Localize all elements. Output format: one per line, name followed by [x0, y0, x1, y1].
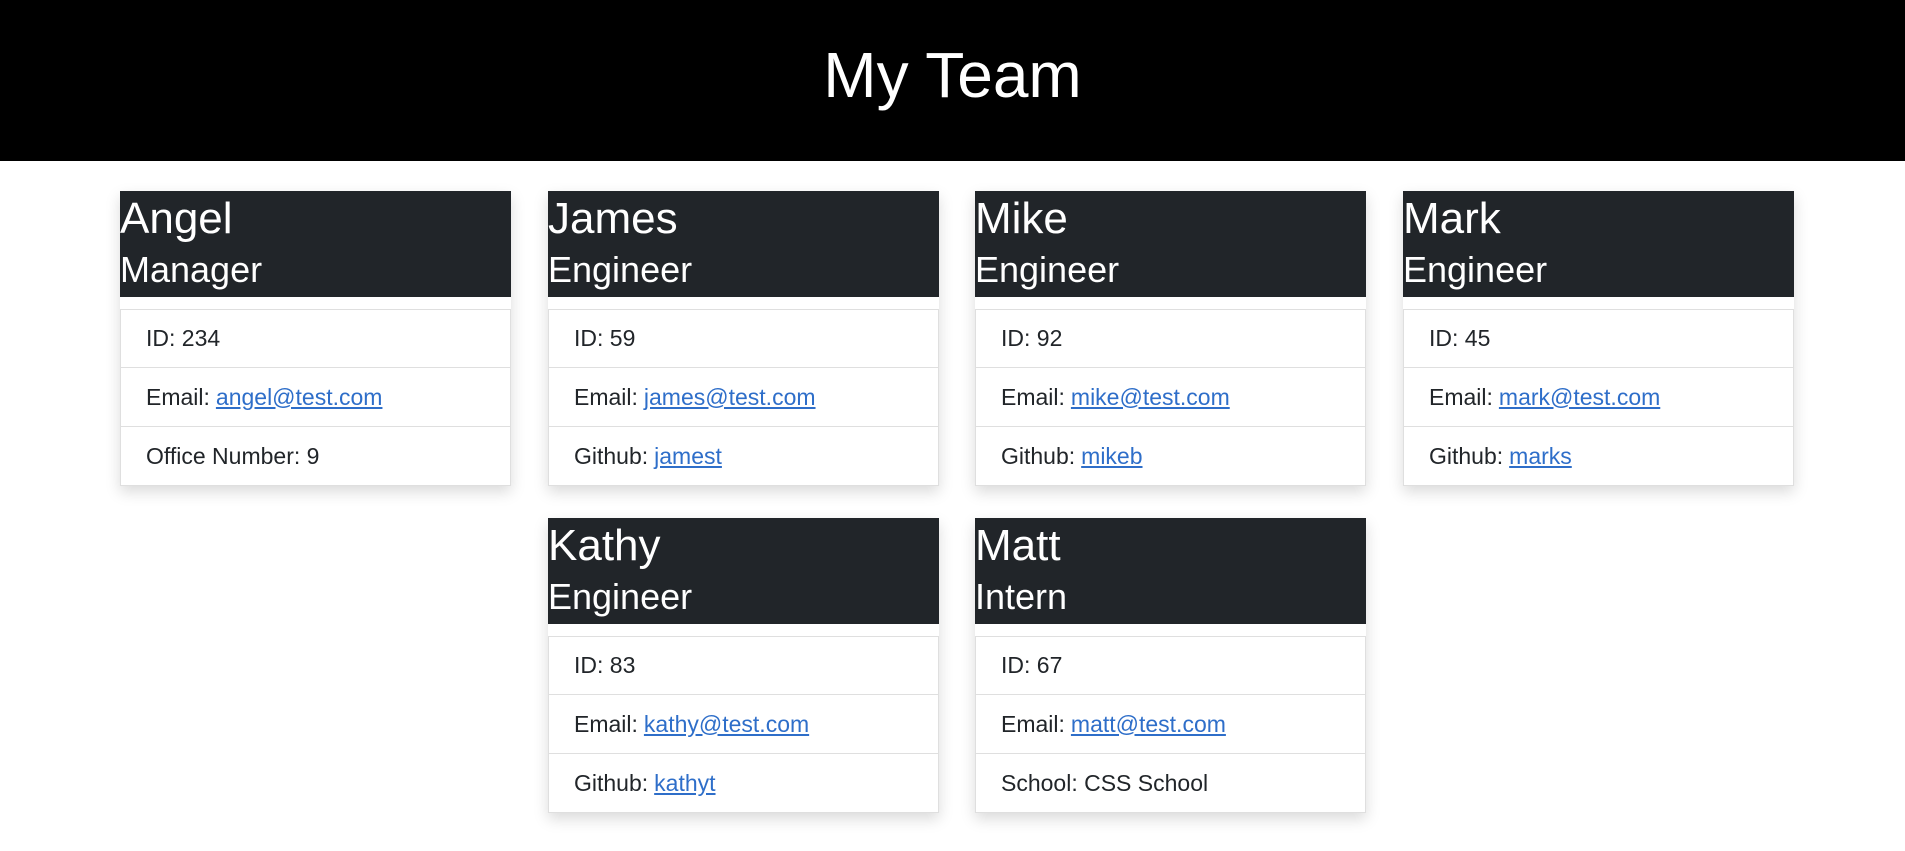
github-label: Github: — [1001, 442, 1076, 469]
card-header: Mark Engineer — [1403, 191, 1794, 297]
github-link[interactable]: marks — [1509, 443, 1572, 470]
employee-name: Kathy — [548, 521, 661, 570]
card-header: Kathy Engineer — [548, 518, 939, 624]
github-label: Github: — [1429, 442, 1504, 469]
employee-card-james: James Engineer ID: 59 Email: james@test.… — [548, 191, 939, 486]
card-body: ID: 83 Email: kathy@test.com Github: kat… — [548, 624, 939, 813]
github-link[interactable]: mikeb — [1081, 443, 1142, 470]
id-text: ID: 83 — [574, 652, 636, 678]
school-text: School: CSS School — [1001, 769, 1209, 796]
card-body: ID: 67 Email: matt@test.com School: CSS … — [975, 624, 1366, 813]
id-row: ID: 83 — [548, 636, 939, 695]
github-link[interactable]: jamest — [654, 443, 722, 470]
employee-card-angel: Angel Manager ID: 234 Email: angel@test.… — [120, 191, 511, 486]
email-link[interactable]: angel@test.com — [216, 384, 383, 411]
page-title: My Team — [823, 38, 1082, 111]
card-header: Mike Engineer — [975, 191, 1366, 297]
employee-card-kathy: Kathy Engineer ID: 83 Email: kathy@test.… — [548, 518, 939, 813]
employee-name: Angel — [120, 194, 233, 243]
employee-card-matt: Matt Intern ID: 67 Email: matt@test.com … — [975, 518, 1366, 813]
github-row: Github: mikeb — [975, 427, 1366, 486]
employee-role: Engineer — [1403, 249, 1548, 290]
id-text: ID: 59 — [574, 325, 636, 351]
card-body: ID: 234 Email: angel@test.com Office Num… — [120, 297, 511, 486]
office-number-text: Office Number: 9 — [146, 442, 320, 469]
card-body: ID: 59 Email: james@test.com Github: jam… — [548, 297, 939, 486]
id-row: ID: 67 — [975, 636, 1366, 695]
team-grid: Angel Manager ID: 234 Email: angel@test.… — [0, 161, 1905, 851]
id-text: ID: 45 — [1429, 325, 1491, 351]
employee-name: Mike — [975, 194, 1068, 243]
employee-role: Manager — [120, 249, 263, 290]
github-link[interactable]: kathyt — [654, 770, 715, 797]
id-row: ID: 234 — [120, 309, 511, 368]
card-header: James Engineer — [548, 191, 939, 297]
employee-role: Engineer — [548, 576, 693, 617]
email-row: Email: mark@test.com — [1403, 368, 1794, 427]
id-text: ID: 67 — [1001, 652, 1063, 678]
email-label: Email: — [574, 710, 638, 737]
email-row: Email: matt@test.com — [975, 695, 1366, 754]
employee-card-mike: Mike Engineer ID: 92 Email: mike@test.co… — [975, 191, 1366, 486]
employee-role: Intern — [975, 576, 1068, 617]
email-row: Email: mike@test.com — [975, 368, 1366, 427]
email-row: Email: kathy@test.com — [548, 695, 939, 754]
card-header: Matt Intern — [975, 518, 1366, 624]
email-label: Email: — [146, 383, 210, 410]
email-label: Email: — [1001, 710, 1065, 737]
email-link[interactable]: matt@test.com — [1071, 711, 1226, 738]
page-header: My Team — [0, 0, 1905, 161]
school-row: School: CSS School — [975, 754, 1366, 813]
email-link[interactable]: mike@test.com — [1071, 384, 1230, 411]
email-link[interactable]: james@test.com — [644, 384, 816, 411]
employee-role: Engineer — [548, 249, 693, 290]
id-text: ID: 92 — [1001, 325, 1063, 351]
github-row: Github: marks — [1403, 427, 1794, 486]
employee-name: James — [548, 194, 678, 243]
email-label: Email: — [1429, 383, 1493, 410]
github-row: Github: jamest — [548, 427, 939, 486]
employee-card-mark: Mark Engineer ID: 45 Email: mark@test.co… — [1403, 191, 1794, 486]
id-row: ID: 92 — [975, 309, 1366, 368]
github-row: Github: kathyt — [548, 754, 939, 813]
id-row: ID: 45 — [1403, 309, 1794, 368]
employee-name: Mark — [1403, 194, 1501, 243]
employee-role: Engineer — [975, 249, 1120, 290]
card-body: ID: 92 Email: mike@test.com Github: mike… — [975, 297, 1366, 486]
employee-name: Matt — [975, 521, 1061, 570]
id-text: ID: 234 — [146, 325, 221, 351]
email-label: Email: — [574, 383, 638, 410]
card-body: ID: 45 Email: mark@test.com Github: mark… — [1403, 297, 1794, 486]
card-header: Angel Manager — [120, 191, 511, 297]
email-link[interactable]: mark@test.com — [1499, 384, 1660, 411]
email-link[interactable]: kathy@test.com — [644, 711, 809, 738]
email-label: Email: — [1001, 383, 1065, 410]
github-label: Github: — [574, 442, 649, 469]
email-row: Email: james@test.com — [548, 368, 939, 427]
id-row: ID: 59 — [548, 309, 939, 368]
office-number-row: Office Number: 9 — [120, 427, 511, 486]
email-row: Email: angel@test.com — [120, 368, 511, 427]
github-label: Github: — [574, 769, 649, 796]
